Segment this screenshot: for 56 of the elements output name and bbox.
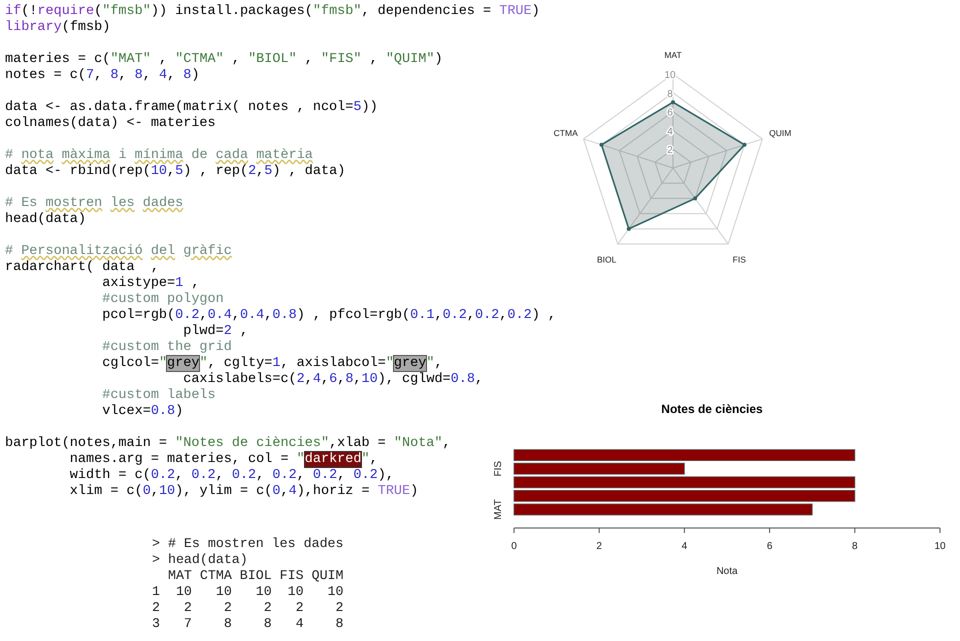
code-line: radarchart( data , bbox=[5, 260, 159, 276]
tick-label: 8 bbox=[852, 541, 858, 552]
console-line: 1 10 10 10 10 10 bbox=[152, 584, 344, 600]
data-point bbox=[626, 226, 631, 231]
tick-label: 10 bbox=[934, 541, 946, 552]
axis-label: BIOL bbox=[597, 254, 616, 264]
code-line: pcol=rgb(0.2,0.4,0.4,0.8) , pfcol=rgb(0.1,0.2,0.2,0.2) , bbox=[101, 308, 556, 324]
tick-label: 8 bbox=[667, 88, 673, 100]
tick-label: 4 bbox=[682, 541, 688, 552]
data-point bbox=[693, 196, 698, 200]
code-line: colnames(data) <- materies bbox=[5, 116, 216, 132]
console-line: 2 2 2 2 2 2 bbox=[152, 600, 344, 616]
axis-label: FIS bbox=[732, 254, 746, 264]
axis-label: QUIM bbox=[769, 128, 792, 138]
code-line: #custom the grid bbox=[101, 340, 232, 356]
code-line: axistype=1 , bbox=[101, 276, 200, 292]
data-point bbox=[599, 142, 604, 147]
axis-label: FIS bbox=[493, 460, 504, 476]
console-line: > head(data) bbox=[152, 552, 248, 568]
tick-label: 10 bbox=[664, 70, 676, 81]
tick-label: 0 bbox=[511, 541, 517, 552]
code-line: # Personalització del gràfic bbox=[5, 244, 232, 260]
tick-label: 6 bbox=[766, 541, 772, 552]
tick-label: 6 bbox=[667, 108, 673, 119]
code-line: #custom polygon bbox=[101, 292, 224, 308]
tick-label: 2 bbox=[667, 145, 673, 156]
tick-label: 4 bbox=[667, 126, 673, 138]
code-line: # nota màxima i mínima de cada matèria bbox=[5, 148, 313, 164]
console-line: MAT CTMA BIOL FIS QUIM bbox=[166, 568, 344, 584]
tick-label: 2 bbox=[596, 541, 602, 552]
code-line: if(!require("fmsb")) install.packages("fmsb", dependencies = TRUE) bbox=[5, 4, 540, 20]
axis-label: MAT bbox=[664, 50, 682, 60]
code-line: data <- as.data.frame(matrix( notes , ncol=5)) bbox=[5, 100, 378, 116]
code-line: cglcol="grey", cglty=1, axislabcol="grey", bbox=[101, 356, 443, 372]
axis-label: MAT bbox=[493, 499, 504, 520]
axis-label: CTMA bbox=[554, 128, 578, 138]
code-line: caxislabels=c(2,4,6,8,10), cglwd=0.8, bbox=[182, 372, 484, 388]
code-line: width = c(0.2, 0.2, 0.2, 0.2, 0.2, 0.2), bbox=[68, 468, 394, 484]
chart-title: Notes de ciències bbox=[661, 402, 763, 416]
code-line: #custom labels bbox=[101, 388, 216, 404]
console-line: > # Es mostren les dades bbox=[152, 536, 344, 552]
data-point bbox=[671, 100, 675, 104]
code-line: plwd=2 , bbox=[182, 324, 248, 340]
code-line: barplot(notes,main = "Notes de ciències",xlab = "Nota", bbox=[5, 436, 451, 452]
console-line: 3 7 8 8 4 8 bbox=[152, 616, 344, 632]
code-line: head(data) bbox=[5, 212, 86, 228]
data-point bbox=[742, 142, 747, 147]
code-line: vlcex=0.8) bbox=[101, 404, 184, 420]
code-line: materies = c("MAT" , "CTMA" , "BIOL" , "FIS" , "QUIM") bbox=[5, 52, 443, 68]
code-line: notes = c(7, 8, 8, 4, 8) bbox=[5, 68, 200, 84]
code-line: library(fmsb) bbox=[5, 20, 110, 36]
code-line: # Es mostren les dades bbox=[5, 196, 184, 212]
code-line: names.arg = materies, col = "darkred", bbox=[68, 452, 378, 468]
code-line: xlim = c(0,10), ylim = c(0,4),horiz = TRUE) bbox=[68, 484, 418, 500]
axis-label: Nota bbox=[716, 566, 738, 577]
code-line: data <- rbind(rep(10,5) , rep(2,5) , data) bbox=[5, 164, 346, 180]
